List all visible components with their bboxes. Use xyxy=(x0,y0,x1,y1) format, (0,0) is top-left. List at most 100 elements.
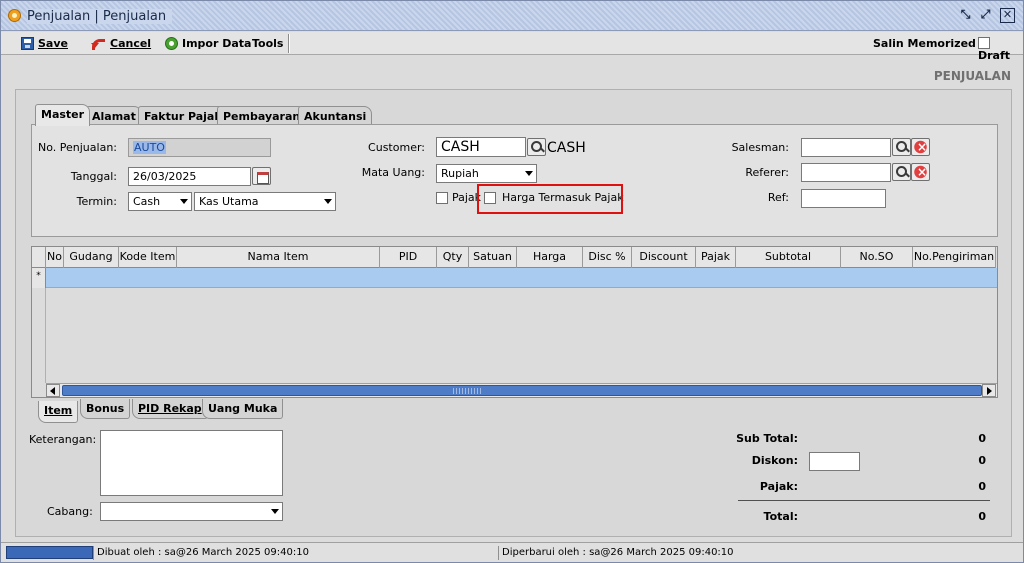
tools-button[interactable]: Tools xyxy=(252,35,283,52)
tab-uang-muka[interactable]: Uang Muka xyxy=(202,399,284,419)
grid-header: No Gudang Kode Item Nama Item PID Qty Sa… xyxy=(32,247,996,268)
table-row[interactable]: * xyxy=(32,268,997,288)
total-value: 0 xyxy=(978,510,986,523)
cancel-label: Cancel xyxy=(110,37,152,50)
referer-search-icon[interactable] xyxy=(892,163,911,181)
referer-label: Referer: xyxy=(745,166,789,179)
chevron-down-icon xyxy=(324,199,332,208)
col-no-pengiriman[interactable]: No.Pengiriman xyxy=(913,247,996,268)
salesman-field[interactable] xyxy=(801,138,891,157)
sub-total-label: Sub Total: xyxy=(736,432,798,445)
diskon-value: 0 xyxy=(978,454,986,467)
mata-uang-label: Mata Uang: xyxy=(361,166,425,179)
tab-faktur-pajak[interactable]: Faktur Pajak xyxy=(138,106,228,126)
tab-alamat[interactable]: Alamat xyxy=(86,106,142,126)
col-discount[interactable]: Discount xyxy=(632,247,696,268)
col-satuan[interactable]: Satuan xyxy=(469,247,517,268)
termin-value: Cash xyxy=(133,195,161,208)
tab-item[interactable]: Item xyxy=(38,401,79,423)
impor-data-label: Impor Data xyxy=(182,37,252,50)
tab-item-label: Item xyxy=(44,404,73,417)
toolbar: Save Cancel Impor Data Tools Salin Memor… xyxy=(1,32,1023,62)
col-no-so[interactable]: No.SO xyxy=(841,247,913,268)
tab-master[interactable]: Master xyxy=(35,104,91,126)
pajak-checkbox[interactable] xyxy=(436,191,448,204)
kas-account-value: Kas Utama xyxy=(199,195,259,208)
termin-select[interactable]: Cash xyxy=(128,192,192,211)
scrollbar-thumb[interactable] xyxy=(62,385,982,396)
draft-checkbox[interactable] xyxy=(978,37,990,49)
salesman-clear-icon[interactable] xyxy=(911,138,930,156)
horizontal-scrollbar[interactable] xyxy=(46,383,997,397)
status-bar: Dibuat oleh : sa@26 March 2025 09:40:10 … xyxy=(1,542,1023,562)
tools-label: Tools xyxy=(252,37,284,50)
col-nama-item[interactable]: Nama Item xyxy=(177,247,380,268)
col-subtotal[interactable]: Subtotal xyxy=(736,247,841,268)
cancel-icon xyxy=(91,37,106,50)
col-disc-percent[interactable]: Disc % xyxy=(583,247,632,268)
chevron-down-icon xyxy=(525,171,533,180)
cabang-select[interactable] xyxy=(100,502,283,521)
termin-label: Termin: xyxy=(76,195,117,208)
draft-label: Draft xyxy=(978,49,1011,62)
tab-bonus[interactable]: Bonus xyxy=(80,399,131,419)
grid-header-corner xyxy=(32,247,46,268)
customer-search-icon[interactable] xyxy=(527,138,546,156)
maximize-icon[interactable]: ⤢ xyxy=(978,8,993,23)
toolbar-separator xyxy=(288,34,289,53)
salin-memorized-button[interactable]: Salin Memorized xyxy=(873,37,976,50)
total-label: Total: xyxy=(763,510,798,523)
close-icon[interactable]: ✕ xyxy=(1000,8,1015,23)
col-kode-item[interactable]: Kode Item xyxy=(119,247,177,268)
tab-bonus-label: Bonus xyxy=(86,402,125,415)
customer-field[interactable]: CASH xyxy=(436,137,526,157)
col-pid[interactable]: PID xyxy=(380,247,437,268)
restore-icon[interactable]: ⤡ xyxy=(958,8,973,23)
penjualan-window: Penjualan | Penjualan ⤡ ⤢ ✕ Save Cancel … xyxy=(0,0,1024,563)
referer-field[interactable] xyxy=(801,163,891,182)
row-marker: * xyxy=(32,268,46,288)
cancel-button[interactable]: Cancel xyxy=(91,35,151,52)
tanggal-field[interactable]: 26/03/2025 xyxy=(128,167,251,186)
title-bar: Penjualan | Penjualan ⤡ ⤢ ✕ xyxy=(1,1,1023,31)
pajak-toggle[interactable]: Pajak xyxy=(436,191,481,204)
calendar-icon[interactable] xyxy=(252,167,271,185)
mata-uang-select[interactable]: Rupiah xyxy=(436,164,537,183)
customer-label: Customer: xyxy=(368,141,425,154)
page-heading: PENJUALAN xyxy=(933,69,1011,83)
col-no[interactable]: No xyxy=(46,247,64,268)
diskon-input[interactable] xyxy=(809,452,860,471)
salesman-search-icon[interactable] xyxy=(892,138,911,156)
status-progress xyxy=(6,546,93,559)
referer-clear-icon[interactable] xyxy=(911,163,930,181)
kas-account-select[interactable]: Kas Utama xyxy=(194,192,336,211)
col-gudang[interactable]: Gudang xyxy=(64,247,119,268)
col-harga[interactable]: Harga xyxy=(517,247,583,268)
save-button[interactable]: Save xyxy=(21,35,68,52)
save-label: Save xyxy=(38,37,68,50)
window-title: Penjualan | Penjualan xyxy=(27,9,173,24)
created-by-status: Dibuat oleh : sa@26 March 2025 09:40:10 xyxy=(93,546,309,560)
import-icon xyxy=(165,37,178,50)
chevron-down-icon xyxy=(180,199,188,208)
keterangan-textarea[interactable] xyxy=(100,430,283,496)
tanggal-label: Tanggal: xyxy=(70,170,117,183)
no-penjualan-label: No. Penjualan: xyxy=(38,141,117,154)
cabang-label: Cabang: xyxy=(47,505,93,518)
scroll-left-icon[interactable] xyxy=(46,384,60,397)
tab-akuntansi[interactable]: Akuntansi xyxy=(298,106,373,126)
draft-toggle[interactable]: Draft xyxy=(978,36,1023,62)
no-penjualan-value: AUTO xyxy=(133,141,166,154)
keterangan-label: Keterangan: xyxy=(29,433,97,446)
mata-uang-value: Rupiah xyxy=(441,167,479,180)
col-pajak[interactable]: Pajak xyxy=(696,247,736,268)
tab-pembayaran[interactable]: Pembayaran xyxy=(217,106,307,126)
tab-pid-rekap[interactable]: PID Rekap xyxy=(132,399,208,419)
scroll-right-icon[interactable] xyxy=(982,384,996,397)
total-divider xyxy=(738,500,990,501)
impor-data-button[interactable]: Impor Data xyxy=(165,35,251,52)
no-penjualan-field[interactable]: AUTO xyxy=(128,138,271,157)
col-qty[interactable]: Qty xyxy=(437,247,469,268)
ref-field[interactable] xyxy=(801,189,886,208)
chevron-down-icon xyxy=(271,509,279,518)
